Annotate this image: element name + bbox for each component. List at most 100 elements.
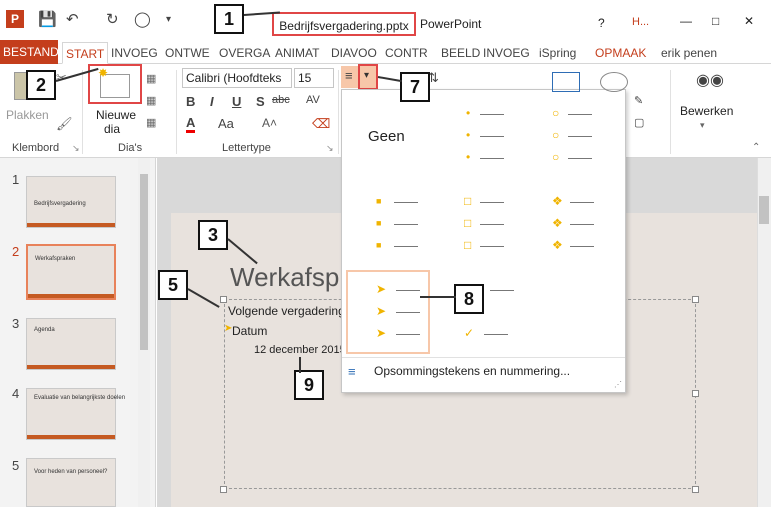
maximize-button[interactable]: □ [712,14,719,28]
reset-icon[interactable]: ▦ [146,94,156,107]
shape-icon[interactable] [552,72,580,92]
group-launcher-icon[interactable]: ↘ [72,143,80,154]
char-spacing-button[interactable]: AV [306,94,320,106]
thumbnail-title: Bedrijfsvergadering [34,201,86,207]
tab-animations[interactable]: ANIMAT [272,42,322,64]
grow-font-icon[interactable]: A˄ [262,116,277,130]
resize-handle[interactable] [220,296,227,303]
sparkle-icon: ✸ [98,66,109,80]
new-slide-button-line2[interactable]: dia [104,122,120,136]
thumbnail-title: Agenda [34,327,55,333]
shadow-button[interactable]: S [256,94,265,109]
bullet-hollow-round-option[interactable] [546,100,614,164]
scrollbar-thumb[interactable] [759,196,769,224]
collapse-ribbon-icon[interactable]: ⌃ [752,142,760,153]
bullet-filled-square-option[interactable] [370,188,438,254]
ribbon-tabs: BESTAND START INVOEG ONTWE OVERGA ANIMAT… [0,38,771,100]
tab-view[interactable]: BEELD [438,42,483,64]
slide-thumbnail-1[interactable]: Bedrijfsvergadering [26,176,116,228]
bullet-arrow-icon: ➤ [376,326,387,340]
thumbnail-title: Werkafspraken [35,256,76,262]
tab-addins[interactable]: INVOEG [480,42,533,64]
tab-ispring[interactable]: iSpring [536,42,579,64]
resize-handle[interactable] [220,486,227,493]
underline-button[interactable]: U [232,94,241,109]
user-name[interactable]: erik penen [658,42,720,64]
slide-text-line[interactable]: Volgende vergadering [228,304,345,318]
tab-file[interactable]: BESTAND [0,40,58,64]
edit-group-button[interactable]: Bewerken [680,104,733,118]
undo-icon[interactable]: ↶ [66,10,79,28]
font-size-select[interactable]: 15 [294,68,334,88]
thumbnail-title: Voor heden van personeel? [34,469,108,475]
tab-slideshow[interactable]: DIAVOO [328,42,380,64]
slide-title[interactable]: Werkafspr [230,262,348,293]
help-icon[interactable]: ? [598,16,605,30]
thumbnail-bar [27,435,115,439]
divider [82,70,83,154]
title-bar: P 💾 ↶ ↻ ◯ ▾ Bedrijfsvergadering.pptx Pow… [0,0,771,38]
slides-group-label: Dia's [118,142,143,154]
clipboard-group-label: Klembord [12,142,60,154]
shape-fill-icon[interactable] [600,72,628,92]
tab-review[interactable]: CONTR [382,42,431,64]
paste-button[interactable]: Plakken [6,108,49,122]
bullet-hollow-square-option[interactable] [458,188,526,254]
powerpoint-logo-icon[interactable]: P [6,10,24,28]
find-icon[interactable]: ◉◉ [696,70,724,90]
scrollbar-thumb[interactable] [140,174,148,350]
thumbnail-bar [27,223,115,227]
start-slideshow-icon[interactable]: ◯ [134,10,151,28]
divider [176,70,177,154]
customize-toolbar-icon[interactable]: ▾ [166,14,171,25]
file-name-title: Bedrijfsvergadering.pptx [272,12,416,36]
callout-9: 9 [294,370,324,400]
bullet-line [396,290,420,291]
bullet-arrow-icon: ➤ [376,282,387,296]
account-label[interactable]: H... [632,16,649,28]
tab-transitions[interactable]: OVERGA [216,42,273,64]
bold-button[interactable]: B [186,94,195,109]
slide-thumbnail-4[interactable]: Evaluatie van belangrijkste doelen [26,388,125,440]
bullets-icon: ≡ [345,68,353,83]
new-slide-button-line1[interactable]: Nieuwe [96,108,136,122]
font-color-button[interactable]: A [186,116,196,133]
callout-1: 1 [214,4,244,34]
strikethrough-button[interactable]: abc [272,94,290,106]
close-button[interactable]: ✕ [744,14,754,28]
tab-format[interactable]: OPMAAK [592,42,649,64]
clear-format-icon[interactable]: ⌫ [312,116,330,132]
section-icon[interactable]: ▦ [146,116,156,129]
tab-design[interactable]: ONTWE [162,42,213,64]
bullet-filled-round-option[interactable] [460,100,528,164]
layout-icon[interactable]: ▦ [146,72,156,85]
minimize-button[interactable]: — [680,14,692,28]
resize-handle[interactable] [692,296,699,303]
bullet-line [396,312,420,313]
resize-grip-icon[interactable]: ⋰ [614,380,622,389]
slide-text-line[interactable]: Datum [232,324,267,338]
slide-number: 5 [12,458,20,473]
tab-insert[interactable]: INVOEG [108,42,161,64]
resize-handle[interactable] [692,390,699,397]
slide-text-line[interactable]: 12 december 2015 [254,344,346,356]
tab-start[interactable]: START [62,42,109,64]
slide-thumbnail-2[interactable]: Werkafspraken [26,244,116,300]
slide-thumbnail-5[interactable]: Voor heden van personeel? [26,458,116,507]
shape-outline-icon[interactable]: ✎ [634,94,643,107]
group-launcher-icon[interactable]: ↘ [326,143,334,154]
resize-handle[interactable] [692,486,699,493]
bullet-none-option[interactable]: Geen [368,128,405,145]
bullet-diamond-option[interactable] [546,188,614,254]
save-icon[interactable]: 💾 [38,10,57,28]
italic-button[interactable]: I [210,94,214,109]
redo-icon[interactable]: ↻ [106,10,119,28]
font-name-select[interactable]: Calibri (Hoofdteks [182,68,292,88]
callout-2: 2 [26,70,56,100]
shape-effects-icon[interactable]: ▢ [634,116,644,129]
change-case-button[interactable]: Aa [218,116,234,131]
chevron-down-icon: ▾ [700,120,705,130]
slide-number: 1 [12,172,20,187]
format-painter-icon[interactable]: 🖌 [56,116,73,132]
slide-thumbnail-3[interactable]: Agenda [26,318,116,370]
